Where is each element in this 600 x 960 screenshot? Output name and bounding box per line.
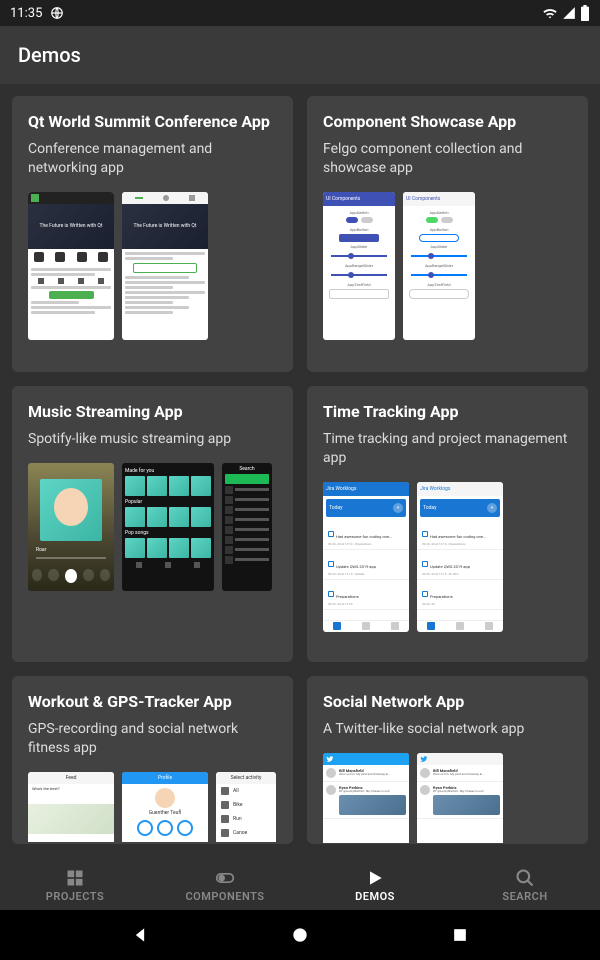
globe-icon [50,6,64,20]
home-button[interactable] [290,925,310,945]
demo-card-music-streaming[interactable]: Music Streaming App Spotify-like music s… [12,386,293,662]
play-icon [365,868,385,888]
thumbnail: Made for you Popular Pop songs [122,463,214,591]
thumbnail: Roar [28,463,114,591]
nav-search[interactable]: SEARCH [450,860,600,910]
wifi-icon [542,6,558,20]
nav-projects[interactable]: PROJECTS [0,860,150,910]
grid-icon [65,868,85,888]
card-title: Social Network App [323,692,572,712]
nav-demos[interactable]: DEMOS [300,860,450,910]
nav-label: SEARCH [502,890,547,903]
system-nav-bar [0,910,600,960]
signal-icon [562,6,576,20]
demos-grid-container: Qt World Summit Conference App Conferenc… [0,84,600,860]
card-desc: GPS-recording and social network fitness… [28,720,277,758]
demo-card-social-network[interactable]: Social Network App A Twitter-like social… [307,676,588,844]
demo-card-workout-tracker[interactable]: Workout & GPS-Tracker App GPS-recording … [12,676,293,844]
card-desc: Conference management and networking app [28,140,277,178]
thumbnail: Bill MansfieldWow so fun. My yard and dr… [417,753,503,843]
thumbnail: UI Components AppSwitch AppButton AppSli… [323,192,395,340]
nav-label: COMPONENTS [185,890,264,903]
card-desc: Time tracking and project management app [323,430,572,468]
thumbnail: Bill MansfieldWow so fun. My yard and dr… [323,753,409,843]
thumbnail: UI Components AppSwitch AppButton AppSli… [403,192,475,340]
bottom-nav: PROJECTS COMPONENTS DEMOS SEARCH [0,860,600,910]
search-icon [515,868,535,888]
card-title: Qt World Summit Conference App [28,112,277,132]
nav-label: DEMOS [355,890,395,903]
nav-label: PROJECTS [46,890,104,903]
recent-apps-button[interactable] [450,925,470,945]
card-title: Component Showcase App [323,112,572,132]
thumbnail: The Future is Written with Qt [122,192,208,340]
page-title: Demos [18,43,81,67]
card-desc: Felgo component collection and showcase … [323,140,572,178]
card-title: Workout & GPS-Tracker App [28,692,277,712]
status-bar: 11:35 [0,0,600,26]
thumbnail: Jira Worklogs Today+ Had awesome fun cod… [323,482,409,632]
back-button[interactable] [130,925,150,945]
thumbnail: Feed Who's the best? 62:40:0017.13 km9.8… [28,772,114,842]
card-title: Music Streaming App [28,402,277,422]
battery-icon [580,5,590,21]
thumbnail: The Future is Written with Qt [28,192,114,340]
card-title: Time Tracking App [323,402,572,422]
demo-card-time-tracking[interactable]: Time Tracking App Time tracking and proj… [307,386,588,662]
toggle-icon [215,868,235,888]
demo-card-component-showcase[interactable]: Component Showcase App Felgo component c… [307,96,588,372]
card-desc: Spotify-like music streaming app [28,430,277,449]
thumbnail: Select activity All Bike Run Canoe [216,772,276,842]
card-desc: A Twitter-like social network app [323,720,572,739]
nav-components[interactable]: COMPONENTS [150,860,300,910]
demo-card-qt-summit[interactable]: Qt World Summit Conference App Conferenc… [12,96,293,372]
thumbnail: Jira Worklogs Today+ Had awesome fun cod… [417,482,503,632]
thumbnail: Search [222,463,272,591]
status-time: 11:35 [10,6,42,21]
thumbnail: Profile Guenther Teufl [122,772,208,842]
app-header: Demos [0,26,600,84]
